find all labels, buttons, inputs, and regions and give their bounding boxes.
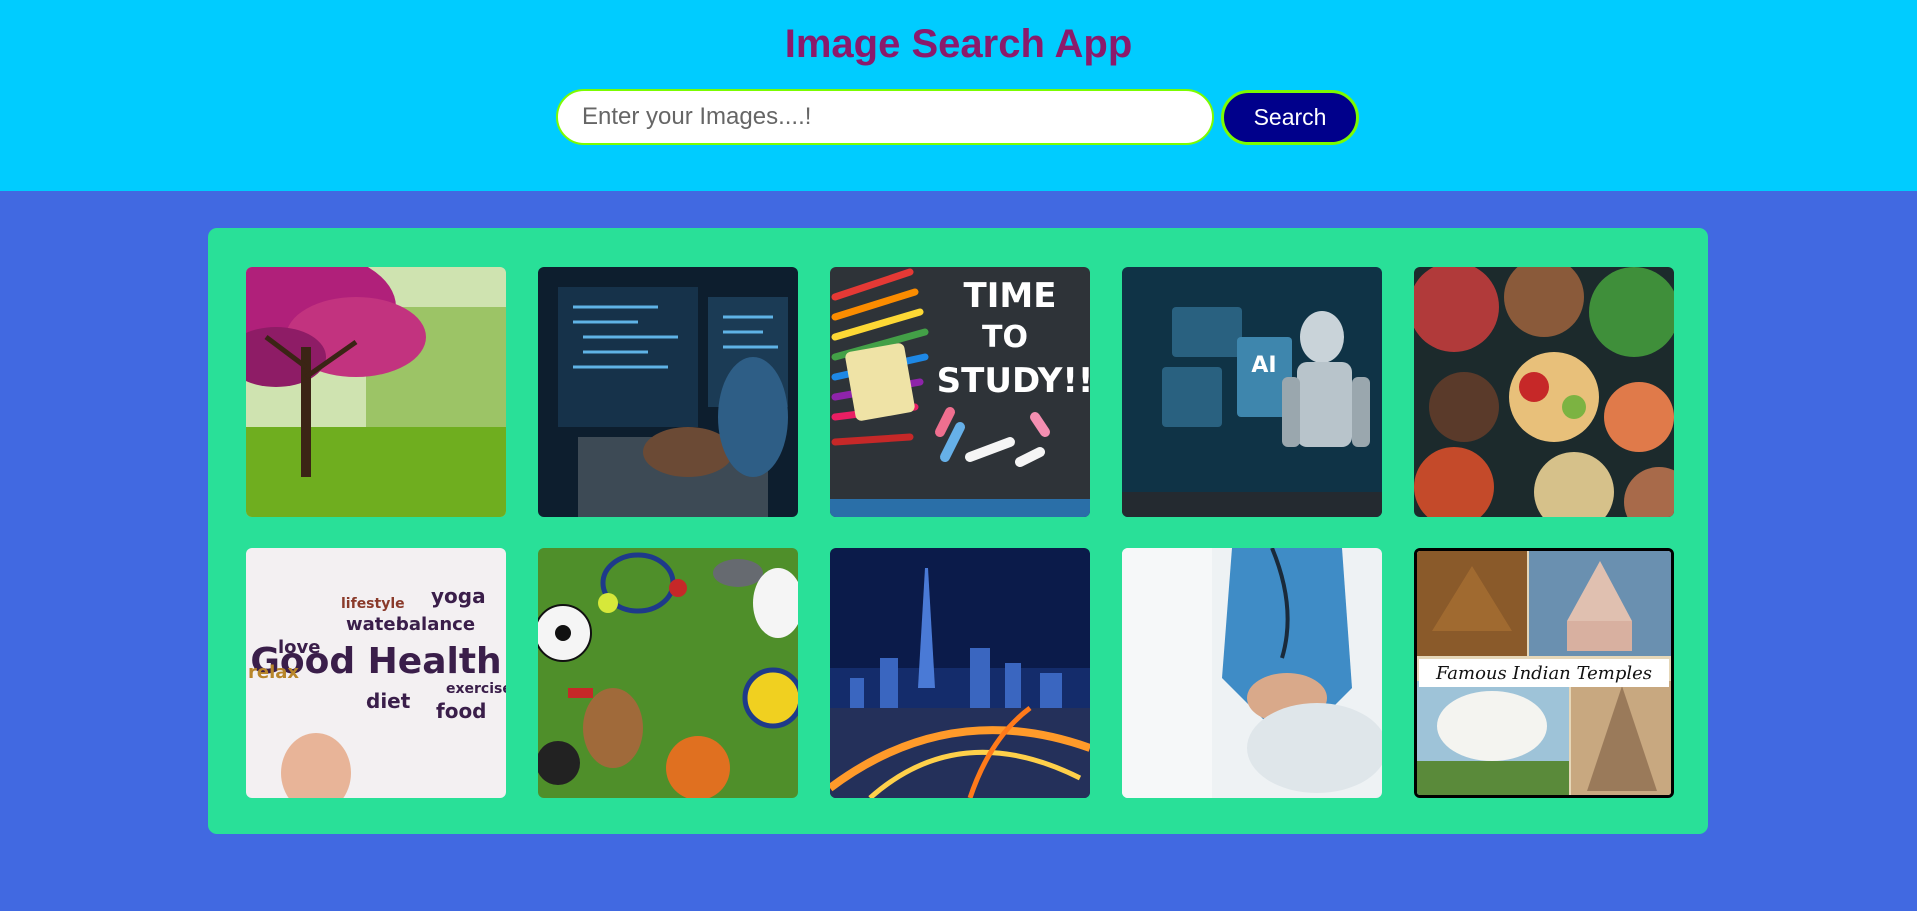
image-results-grid: TIME TO STUDY!! AI Good Health yoga bala…: [208, 228, 1708, 834]
result-image-2[interactable]: [538, 267, 798, 517]
word-food: food: [436, 699, 487, 723]
sports-equipment-image: [538, 548, 798, 798]
result-image-10[interactable]: Famous Indian Temples: [1414, 548, 1674, 798]
coding-laptop-image: [538, 267, 798, 517]
result-image-4[interactable]: AI: [1122, 267, 1382, 517]
ai-robot-image: AI: [1122, 267, 1382, 517]
word-love: love: [278, 637, 320, 658]
study-caption-3: STUDY!!: [937, 361, 1090, 401]
word-relax: relax: [248, 662, 299, 683]
famous-indian-temples-image: Famous Indian Temples: [1417, 551, 1671, 795]
ai-label: AI: [1251, 353, 1276, 378]
app-title: Image Search App: [784, 22, 1133, 66]
blossom-tree-park-image: [246, 267, 506, 517]
header: Image Search App Search: [0, 0, 1917, 191]
word-balance: balance: [396, 614, 475, 635]
food-bowls-image: [1414, 267, 1674, 517]
result-image-8[interactable]: [830, 548, 1090, 798]
search-button[interactable]: Search: [1221, 90, 1359, 145]
study-caption-2: TO: [982, 320, 1028, 355]
city-night-skyline-image: [830, 548, 1090, 798]
temples-caption: Famous Indian Temples: [1435, 663, 1652, 684]
result-image-3[interactable]: TIME TO STUDY!!: [830, 267, 1090, 517]
word-yoga: yoga: [431, 584, 486, 608]
word-exercise: exercise: [446, 681, 506, 697]
time-to-study-image: TIME TO STUDY!!: [830, 267, 1090, 517]
result-image-7[interactable]: [538, 548, 798, 798]
result-image-6[interactable]: Good Health yoga balance water lifestyle…: [246, 548, 506, 798]
word-diet: diet: [366, 689, 411, 713]
result-image-9[interactable]: [1122, 548, 1382, 798]
result-image-1[interactable]: [246, 267, 506, 517]
search-input[interactable]: [556, 89, 1214, 145]
result-image-5[interactable]: [1414, 267, 1674, 517]
word-lifestyle: lifestyle: [341, 596, 405, 612]
word-water: water: [346, 614, 405, 635]
good-health-word-cloud-image: Good Health yoga balance water lifestyle…: [246, 548, 506, 798]
study-caption-1: TIME: [964, 276, 1057, 316]
doctor-holding-hands-image: [1122, 548, 1382, 798]
